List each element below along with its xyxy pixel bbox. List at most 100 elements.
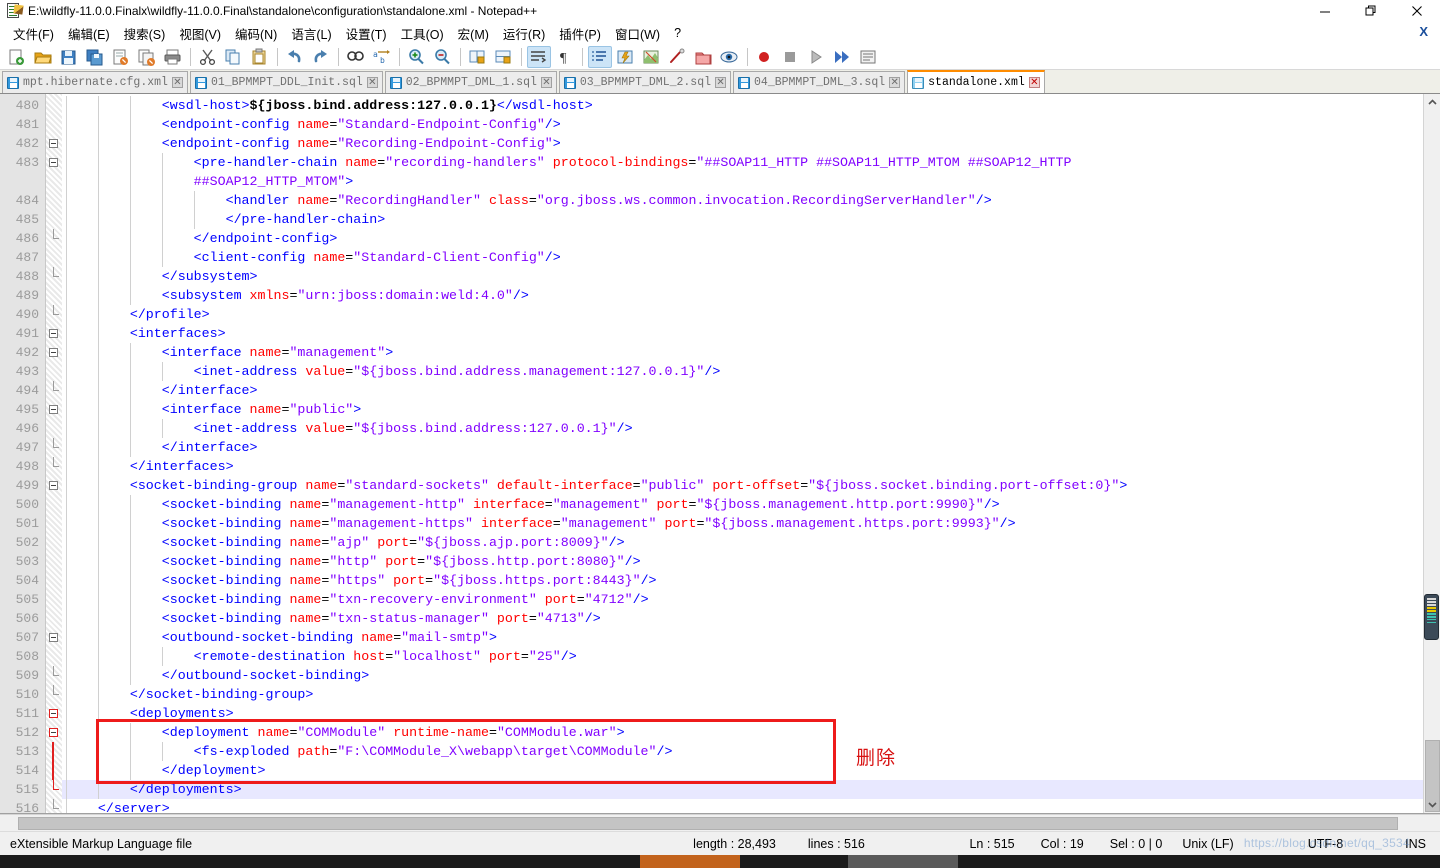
code-line[interactable]: <deployment name="COMModule" runtime-nam… — [62, 723, 1423, 742]
code-line[interactable]: <outbound-socket-binding name="mail-smtp… — [62, 628, 1423, 647]
maximize-restore-button[interactable] — [1348, 0, 1394, 22]
code-text-area[interactable]: <wsdl-host>${jboss.bind.address:127.0.0.… — [62, 94, 1423, 813]
code-line[interactable]: </deployment> — [62, 761, 1423, 780]
sync-vertical-icon[interactable] — [466, 46, 490, 68]
fold-marker[interactable] — [46, 248, 62, 267]
code-line[interactable]: <fs-exploded path="F:\COMModule_X\webapp… — [62, 742, 1423, 761]
fold-marker[interactable] — [46, 286, 62, 305]
fold-marker[interactable] — [46, 400, 62, 419]
code-line[interactable]: <subsystem xmlns="urn:jboss:domain:weld:… — [62, 286, 1423, 305]
code-line[interactable]: <inet-address value="${jboss.bind.addres… — [62, 419, 1423, 438]
replace-icon[interactable]: ab — [370, 46, 394, 68]
document-tab[interactable]: 01_BPMMPT_DDL_Init.sql✕ — [190, 71, 383, 93]
menu-item-4[interactable]: 编码(N) — [228, 22, 284, 45]
fold-marker[interactable] — [46, 96, 62, 115]
monitoring-icon[interactable] — [718, 46, 742, 68]
fold-marker[interactable] — [46, 590, 62, 609]
fold-marker[interactable] — [46, 153, 62, 172]
fold-marker[interactable] — [46, 533, 62, 552]
code-line[interactable]: </interface> — [62, 438, 1423, 457]
status-encoding[interactable]: UTF-8 — [1244, 832, 1353, 856]
save-all-icon[interactable] — [83, 46, 107, 68]
code-line[interactable]: <deployments> — [62, 704, 1423, 723]
show-all-characters-icon[interactable]: ¶ — [553, 46, 577, 68]
cut-icon[interactable] — [196, 46, 220, 68]
folder-workspace-icon[interactable] — [692, 46, 716, 68]
fold-marker[interactable] — [46, 210, 62, 229]
fold-marker[interactable] — [46, 267, 62, 286]
menu-item-0[interactable]: 文件(F) — [6, 22, 61, 45]
code-folding-margin[interactable] — [46, 94, 62, 813]
code-line[interactable]: <socket-binding name="management-http" i… — [62, 495, 1423, 514]
fold-marker[interactable] — [46, 229, 62, 248]
fold-marker[interactable] — [46, 172, 62, 191]
fold-marker[interactable] — [46, 704, 62, 723]
vertical-scrollbar[interactable] — [1423, 94, 1440, 813]
tab-close-icon[interactable]: ✕ — [367, 77, 378, 88]
code-line[interactable]: <socket-binding name="http" port="${jbos… — [62, 552, 1423, 571]
code-line[interactable]: </profile> — [62, 305, 1423, 324]
code-line[interactable]: <socket-binding name="txn-recovery-envir… — [62, 590, 1423, 609]
fold-marker[interactable] — [46, 438, 62, 457]
fold-marker[interactable] — [46, 305, 62, 324]
document-map-icon[interactable] — [640, 46, 664, 68]
document-tab[interactable]: mpt.hibernate.cfg.xml✕ — [2, 71, 188, 93]
fold-marker[interactable] — [46, 115, 62, 134]
fold-marker[interactable] — [46, 780, 62, 799]
code-line[interactable]: <interface name="management"> — [62, 343, 1423, 362]
fold-marker[interactable] — [46, 742, 62, 761]
scroll-up-arrow[interactable] — [1424, 94, 1440, 111]
record-macro-icon[interactable] — [753, 46, 777, 68]
horizontal-scroll-thumb[interactable] — [18, 817, 1398, 830]
zoom-out-icon[interactable] — [431, 46, 455, 68]
close-button[interactable] — [1394, 0, 1440, 22]
menu-item-9[interactable]: 运行(R) — [496, 22, 552, 45]
fold-marker[interactable] — [46, 343, 62, 362]
new-file-icon[interactable] — [5, 46, 29, 68]
zoom-in-icon[interactable] — [405, 46, 429, 68]
fold-marker[interactable] — [46, 419, 62, 438]
code-line[interactable]: <socket-binding-group name="standard-soc… — [62, 476, 1423, 495]
menu-item-10[interactable]: 插件(P) — [552, 22, 608, 45]
code-line[interactable]: </subsystem> — [62, 267, 1423, 286]
code-line[interactable]: <socket-binding name="ajp" port="${jboss… — [62, 533, 1423, 552]
indent-guide-icon[interactable] — [588, 46, 612, 68]
fold-marker[interactable] — [46, 457, 62, 476]
code-line[interactable]: <remote-destination host="localhost" por… — [62, 647, 1423, 666]
code-line[interactable]: <interfaces> — [62, 324, 1423, 343]
fold-marker[interactable] — [46, 628, 62, 647]
fold-marker[interactable] — [46, 552, 62, 571]
fold-marker[interactable] — [46, 571, 62, 590]
code-line[interactable]: </interface> — [62, 381, 1423, 400]
status-insert-mode[interactable]: INS — [1353, 832, 1440, 856]
close-file-icon[interactable] — [109, 46, 133, 68]
fold-marker[interactable] — [46, 476, 62, 495]
fold-marker[interactable] — [46, 324, 62, 343]
copy-icon[interactable] — [222, 46, 246, 68]
menu-item-3[interactable]: 视图(V) — [172, 22, 228, 45]
fold-marker[interactable] — [46, 761, 62, 780]
close-document-button[interactable]: X — [1419, 24, 1428, 39]
fold-marker[interactable] — [46, 495, 62, 514]
undo-icon[interactable] — [283, 46, 307, 68]
fold-marker[interactable] — [46, 134, 62, 153]
code-line[interactable]: <socket-binding name="txn-status-manager… — [62, 609, 1423, 628]
fold-marker[interactable] — [46, 514, 62, 533]
code-line[interactable]: <interface name="public"> — [62, 400, 1423, 419]
menu-item-12[interactable]: ? — [667, 24, 688, 42]
fold-marker[interactable] — [46, 685, 62, 704]
find-icon[interactable] — [344, 46, 368, 68]
code-line[interactable]: </endpoint-config> — [62, 229, 1423, 248]
document-tab[interactable]: 02_BPMMPT_DML_1.sql✕ — [385, 71, 557, 93]
horizontal-scrollbar[interactable] — [0, 814, 1440, 831]
menu-item-11[interactable]: 窗口(W) — [608, 22, 667, 45]
user-defined-language-icon[interactable] — [614, 46, 638, 68]
menu-item-6[interactable]: 设置(T) — [339, 22, 394, 45]
minimize-button[interactable] — [1302, 0, 1348, 22]
fold-marker[interactable] — [46, 191, 62, 210]
close-all-files-icon[interactable] — [135, 46, 159, 68]
menu-item-1[interactable]: 编辑(E) — [61, 22, 117, 45]
code-line[interactable]: </server> — [62, 799, 1423, 813]
function-list-icon[interactable] — [666, 46, 690, 68]
tab-close-icon[interactable]: ✕ — [172, 77, 183, 88]
